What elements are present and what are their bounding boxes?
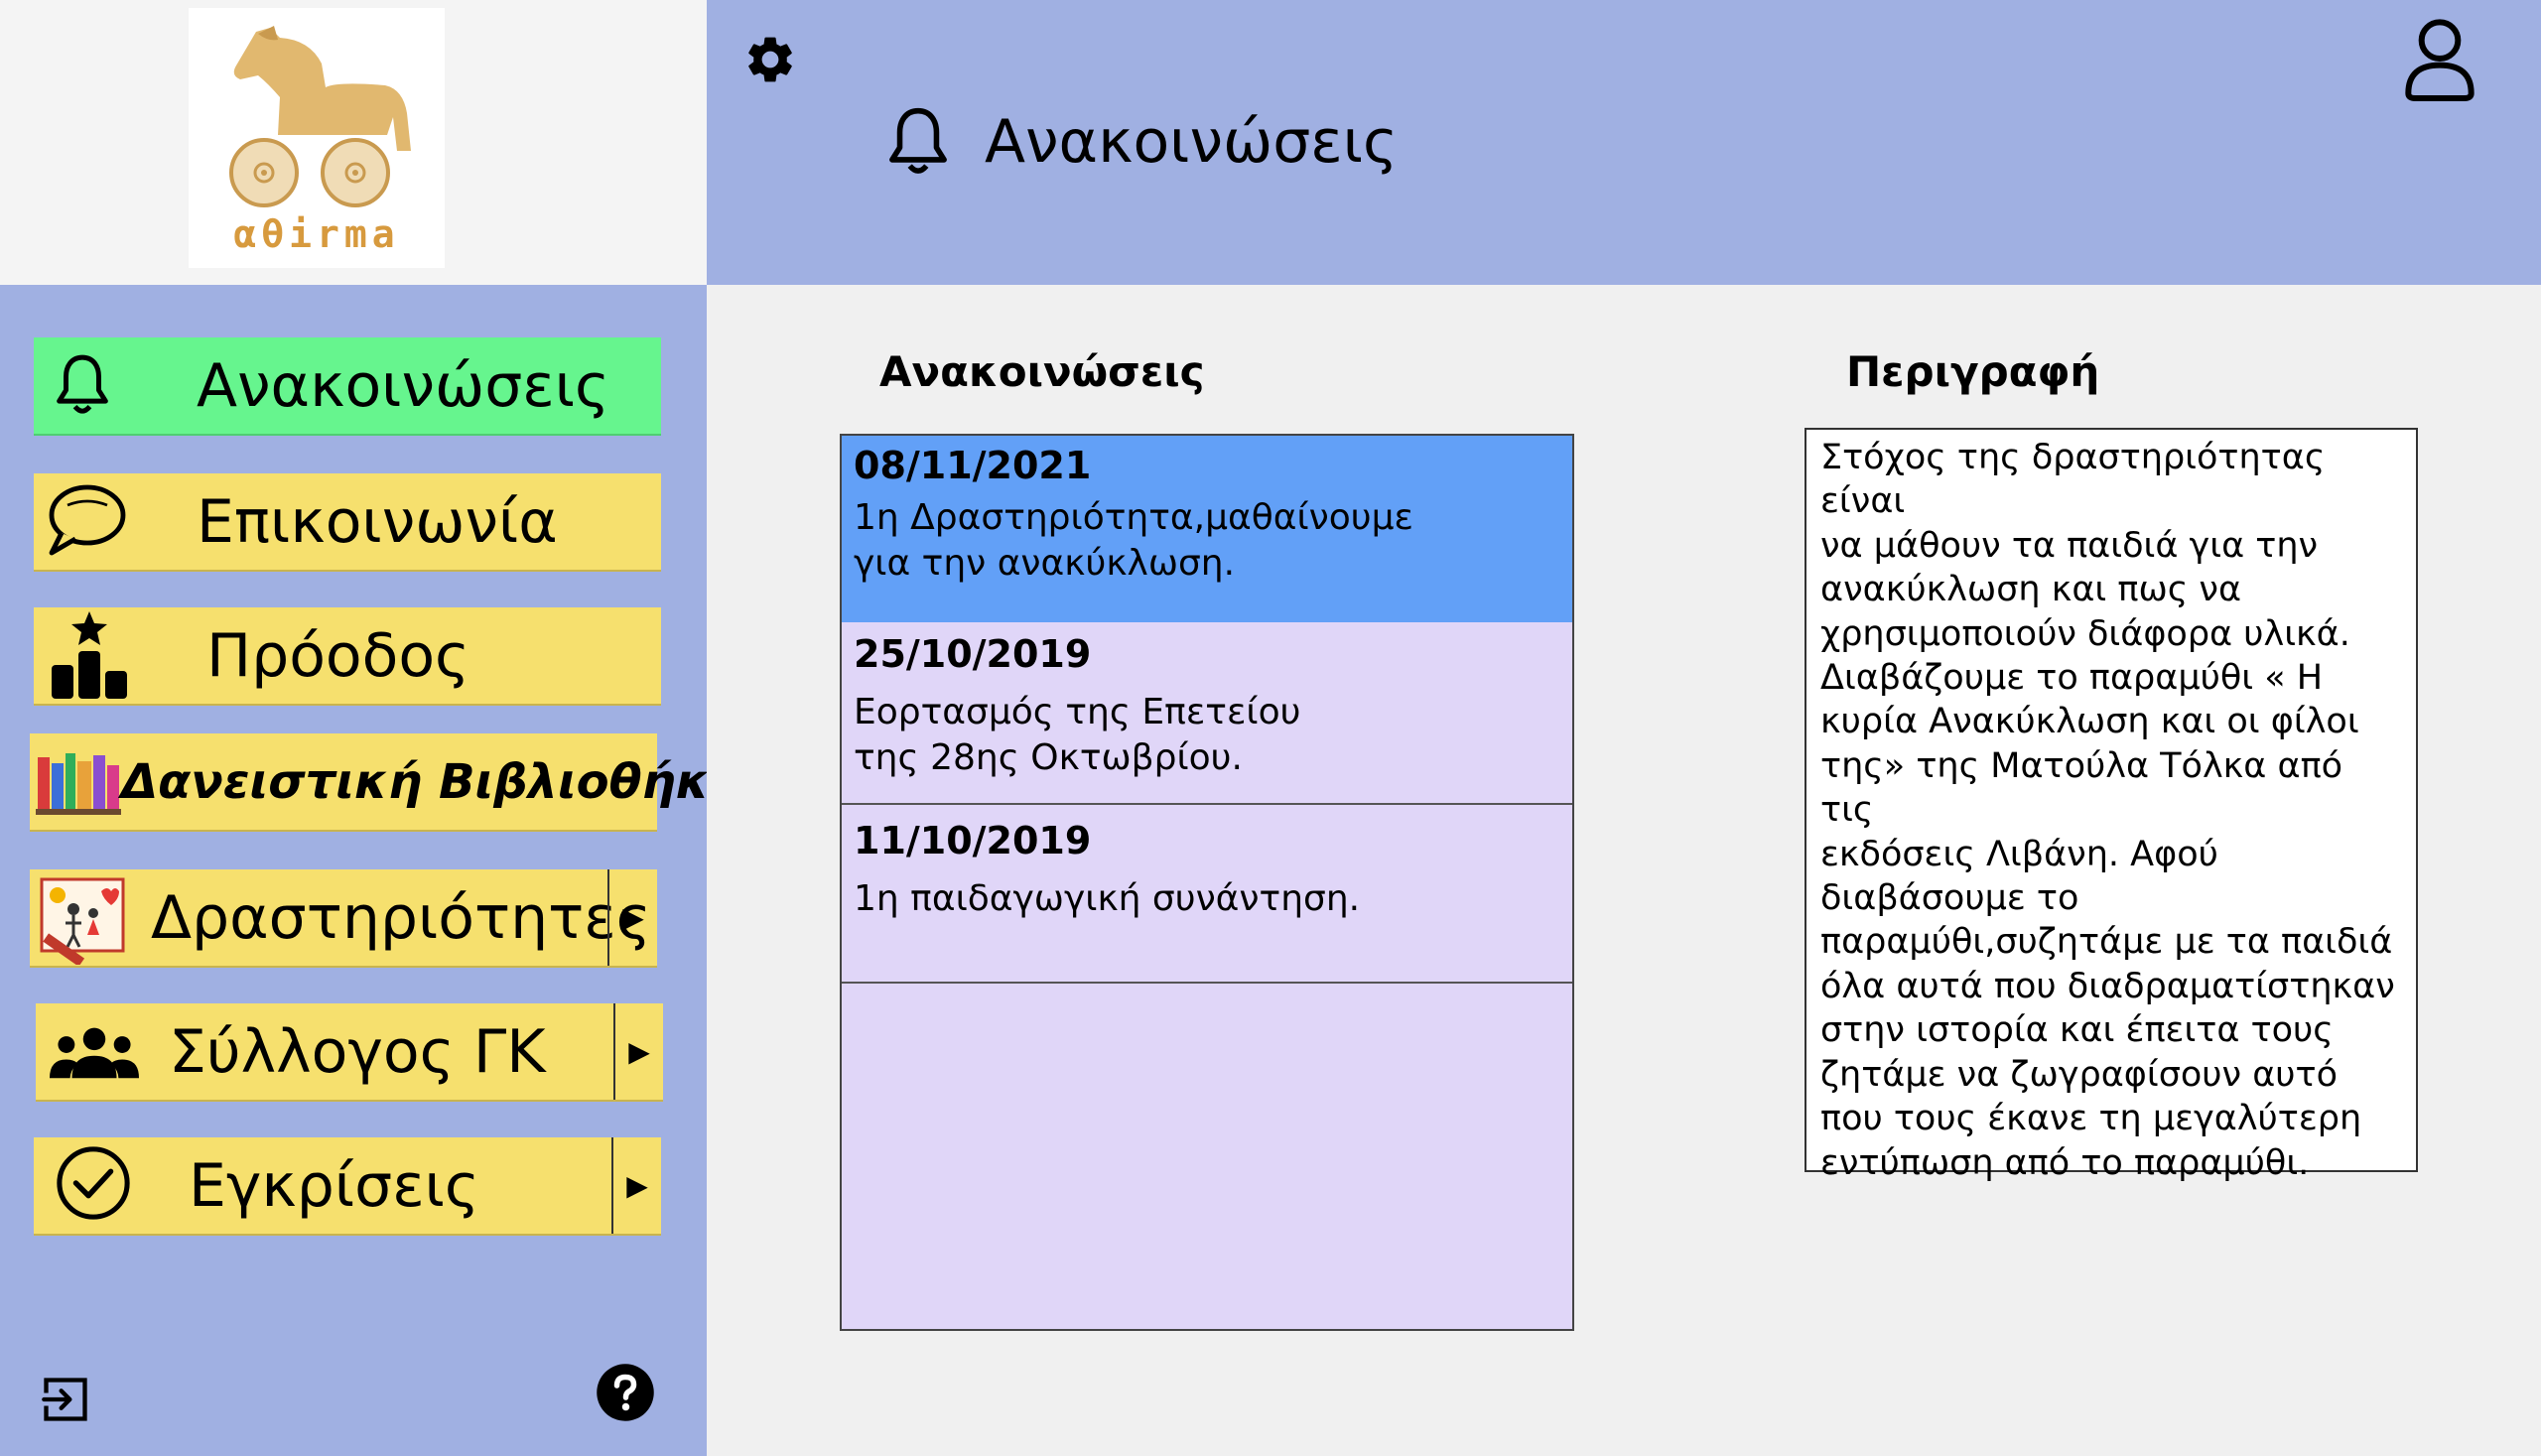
group-icon bbox=[50, 1027, 139, 1079]
chat-bubble-icon bbox=[49, 484, 126, 556]
sidebar-item-label: Επικοινωνία bbox=[197, 486, 558, 557]
sidebar-item-label: Εγκρίσεις bbox=[189, 1150, 480, 1221]
announcement-text: 1η Δραστηριότητα,μαθαίνουμε για την ανακ… bbox=[854, 495, 1413, 587]
gear-icon[interactable] bbox=[742, 32, 798, 87]
announcement-text: Εορτασμός της Επετείου της 28ης Οκτωβρίο… bbox=[854, 690, 1300, 781]
sidebar-item-label: Δραστηριότητες bbox=[151, 882, 651, 953]
description-box: Στόχος της δραστηριότητας είναι να μάθου… bbox=[1805, 428, 2418, 1183]
user-profile-icon[interactable] bbox=[2400, 14, 2479, 103]
announcement-text-line: για την ανακύκλωση. bbox=[854, 543, 1236, 584]
announcement-text: 1η παιδαγωγική συνάντηση. bbox=[854, 876, 1360, 922]
logo-text: αθirma bbox=[233, 212, 400, 256]
list-item[interactable]: 08/11/2021 1η Δραστηριότητα,μαθαίνουμε γ… bbox=[842, 436, 1572, 622]
podium-icon bbox=[52, 611, 127, 699]
list-title: Ανακοινώσεις bbox=[879, 347, 1205, 396]
app-logo: αθirma bbox=[189, 8, 445, 268]
announcement-list: 08/11/2021 1η Δραστηριότητα,μαθαίνουμε γ… bbox=[840, 434, 1574, 1331]
rocking-horse-icon bbox=[229, 26, 411, 207]
sidebar-item-progress[interactable]: Πρόοδος bbox=[34, 607, 661, 706]
sidebar-item-label: Πρόοδος bbox=[206, 620, 470, 691]
help-icon[interactable] bbox=[596, 1363, 655, 1422]
sidebar-item-approvals[interactable]: Εγκρίσεις ▶ bbox=[34, 1137, 661, 1236]
bell-icon bbox=[889, 107, 947, 174]
announcement-text-line: Εορτασμός της Επετείου bbox=[854, 692, 1301, 732]
announcement-text-line: της 28ης Οκτωβρίου. bbox=[854, 737, 1243, 778]
books-icon bbox=[36, 753, 121, 815]
list-item[interactable]: 11/10/2019 1η παιδαγωγική συνάντηση. bbox=[842, 805, 1572, 984]
triangle-right-icon: ▶ bbox=[626, 1169, 648, 1202]
logo-area: αθirma bbox=[0, 0, 707, 285]
sidebar-item-communication[interactable]: Επικοινωνία bbox=[34, 473, 661, 572]
announcement-text-line: 1η παιδαγωγική συνάντηση. bbox=[854, 878, 1361, 919]
drawing-icon bbox=[40, 877, 125, 965]
page-title: Ανακοινώσεις bbox=[985, 107, 1399, 177]
bell-icon bbox=[57, 354, 108, 414]
expand-arrow-button[interactable]: ▶ bbox=[611, 1137, 661, 1234]
sidebar-item-label: Δανειστική Βιβλιοθήκη bbox=[121, 753, 744, 810]
sidebar-item-label: Σύλλογος ΓΚ bbox=[169, 1016, 546, 1087]
sidebar-item-parents-association[interactable]: Σύλλογος ΓΚ ▶ bbox=[36, 1003, 663, 1102]
sidebar-item-library[interactable]: Δανειστική Βιβλιοθήκη bbox=[30, 733, 743, 832]
description-title: Περιγραφή bbox=[1846, 347, 2100, 396]
header bbox=[707, 0, 2541, 285]
sidebar-item-label: Ανακοινώσεις bbox=[197, 350, 610, 421]
expand-arrow-button[interactable]: ▶ bbox=[613, 1003, 663, 1100]
announcement-text-line: 1η Δραστηριότητα,μαθαίνουμε bbox=[854, 497, 1413, 538]
announcement-date: 25/10/2019 bbox=[854, 632, 1092, 676]
logout-icon[interactable] bbox=[40, 1374, 91, 1425]
sidebar-item-announcements[interactable]: Ανακοινώσεις bbox=[34, 337, 661, 436]
list-item[interactable]: 25/10/2019 Εορτασμός της Επετείου της 28… bbox=[842, 622, 1572, 805]
expand-arrow-button[interactable]: ▶ bbox=[607, 869, 657, 966]
announcement-date: 11/10/2019 bbox=[854, 819, 1092, 862]
check-circle-icon bbox=[57, 1146, 130, 1220]
announcement-date: 08/11/2021 bbox=[854, 444, 1092, 487]
triangle-right-icon: ▶ bbox=[622, 901, 644, 934]
sidebar: Ανακοινώσεις Επικοινωνία Πρόοδος Δανειστ… bbox=[0, 285, 743, 1456]
sidebar-item-activities[interactable]: Δραστηριότητες ▶ bbox=[30, 869, 657, 968]
triangle-right-icon: ▶ bbox=[628, 1035, 650, 1068]
